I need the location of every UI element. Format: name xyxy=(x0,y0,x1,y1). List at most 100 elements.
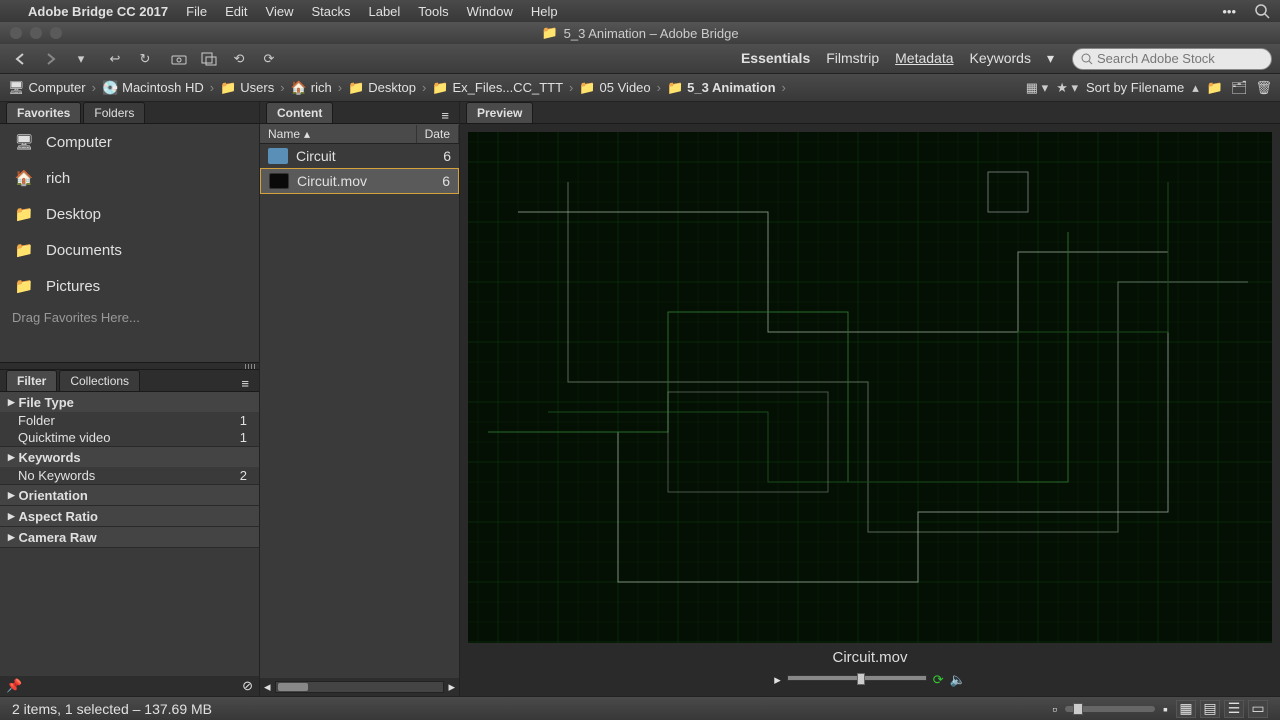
sort-asc-icon: ▴ xyxy=(304,127,310,141)
menu-label[interactable]: Label xyxy=(368,4,400,19)
crumb-exfiles[interactable]: 📁 Ex_Files...CC_TTT xyxy=(432,80,563,96)
menu-help[interactable]: Help xyxy=(531,4,558,19)
camera-import-icon[interactable] xyxy=(166,48,192,70)
folder-icon: 📁 xyxy=(12,202,36,226)
filter-group-keywords[interactable]: ▸ Keywords xyxy=(0,447,259,467)
window-title: 5_3 Animation – Adobe Bridge xyxy=(564,26,739,41)
new-folder-icon[interactable]: 📁 xyxy=(1207,80,1223,96)
star-filter-icon[interactable]: ★ ▾ xyxy=(1056,80,1078,96)
rotate-cw-icon[interactable]: ⟳ xyxy=(256,48,282,70)
app-name[interactable]: Adobe Bridge CC 2017 xyxy=(28,4,168,19)
zoom-window-icon[interactable] xyxy=(50,27,62,39)
search-input[interactable]: Search Adobe Stock xyxy=(1072,48,1272,70)
workspace-essentials[interactable]: Essentials xyxy=(741,50,810,67)
open-camera-raw-icon[interactable] xyxy=(196,48,222,70)
view-thumb-icon[interactable]: ▤ xyxy=(1200,700,1220,718)
close-window-icon[interactable] xyxy=(10,27,22,39)
loop-icon[interactable]: ⟳ xyxy=(933,672,944,688)
sort-direction-icon[interactable]: ▴ xyxy=(1192,80,1199,96)
rotate-ccw-icon[interactable]: ⟲ xyxy=(226,48,252,70)
menu-stacks[interactable]: Stacks xyxy=(311,4,350,19)
crumb-05video[interactable]: 📁 05 Video xyxy=(579,80,650,96)
content-scrollbar[interactable]: ◂ ▸ xyxy=(260,678,459,696)
collections-tab[interactable]: Collections xyxy=(59,370,140,391)
status-bar: 2 items, 1 selected – 137.69 MB ▫ ▪ ▦ ▤ … xyxy=(0,696,1280,720)
trash-icon[interactable]: 🗑 xyxy=(1255,80,1272,96)
sort-label[interactable]: Sort by Filename xyxy=(1086,80,1184,95)
zoom-out-icon[interactable]: ▫ xyxy=(1052,701,1057,717)
filter-group-aspect[interactable]: ▸ Aspect Ratio xyxy=(0,506,259,526)
view-grid-icon[interactable]: ▦ xyxy=(1176,700,1196,718)
preview-panel-tabs: Preview xyxy=(460,102,1280,124)
content-panel-menu-icon[interactable]: ≡ xyxy=(437,108,453,123)
folders-tab[interactable]: Folders xyxy=(83,102,145,123)
scroll-right-icon[interactable]: ▸ xyxy=(448,679,455,695)
menu-view[interactable]: View xyxy=(266,4,294,19)
nav-back-button[interactable] xyxy=(8,48,34,70)
recent-menu-button[interactable]: ▾ xyxy=(68,48,94,70)
favorite-home[interactable]: 🏠rich xyxy=(0,160,259,196)
favorite-desktop[interactable]: 📁Desktop xyxy=(0,196,259,232)
boomerang-icon[interactable]: ↩ xyxy=(102,48,128,70)
preview-filename: Circuit.mov xyxy=(826,643,913,672)
volume-icon[interactable]: 🔈 xyxy=(950,672,966,688)
favorites-tab[interactable]: Favorites xyxy=(6,102,81,123)
nav-forward-button[interactable] xyxy=(38,48,64,70)
filter-row-folder[interactable]: Folder1 xyxy=(0,412,259,429)
preview-tab[interactable]: Preview xyxy=(466,102,533,123)
search-icon xyxy=(1081,53,1093,65)
traffic-lights[interactable] xyxy=(10,27,62,39)
filter-group-filetype[interactable]: ▸ File Type xyxy=(0,392,259,412)
crumb-computer[interactable]: 🖥 Computer xyxy=(8,80,86,96)
menubar-extras-icon[interactable]: ••• xyxy=(1222,4,1236,19)
menu-edit[interactable]: Edit xyxy=(225,4,247,19)
workspace-menu-icon[interactable]: ▾ xyxy=(1047,50,1054,67)
view-details-icon[interactable]: ☰ xyxy=(1224,700,1244,718)
column-date[interactable]: Date xyxy=(417,125,459,143)
favorite-computer[interactable]: 🖥Computer xyxy=(0,124,259,160)
refresh-icon[interactable]: ↻ xyxy=(132,48,158,70)
thumbnail-zoom-slider[interactable] xyxy=(1065,706,1155,712)
workspace-keywords[interactable]: Keywords xyxy=(970,50,1031,67)
favorite-documents[interactable]: 📁Documents xyxy=(0,232,259,268)
crumb-current[interactable]: 📁 5_3 Animation xyxy=(667,80,776,96)
home-icon: 🏠 xyxy=(12,166,36,190)
workspace-filmstrip[interactable]: Filmstrip xyxy=(826,50,879,67)
filter-row-nokeywords[interactable]: No Keywords2 xyxy=(0,467,259,484)
filter-tab[interactable]: Filter xyxy=(6,370,57,391)
filter-panel: ▸ File Type Folder1 Quicktime video1 ▸ K… xyxy=(0,392,259,696)
crumb-drive[interactable]: 💽 Macintosh HD xyxy=(102,80,204,96)
scroll-left-icon[interactable]: ◂ xyxy=(264,679,271,695)
menu-tools[interactable]: Tools xyxy=(418,4,448,19)
view-list-icon[interactable]: ▭ xyxy=(1248,700,1268,718)
filter-group-cameraraw[interactable]: ▸ Camera Raw xyxy=(0,527,259,547)
preview-area: Circuit.mov ▸ ⟳ 🔈 xyxy=(460,124,1280,696)
filter-row-quicktime[interactable]: Quicktime video1 xyxy=(0,429,259,446)
minimize-window-icon[interactable] xyxy=(30,27,42,39)
filter-pin-icon[interactable]: 📌 xyxy=(6,678,22,694)
crumb-desktop[interactable]: 📁 Desktop xyxy=(348,80,416,96)
zoom-in-icon[interactable]: ▪ xyxy=(1163,701,1168,717)
content-row-folder[interactable]: Circuit 6 xyxy=(260,144,459,168)
filter-group-orientation[interactable]: ▸ Orientation xyxy=(0,485,259,505)
view-mode-icon[interactable]: ▦ ▾ xyxy=(1026,80,1048,96)
content-row-video[interactable]: Circuit.mov 6 xyxy=(260,168,459,194)
preview-viewport[interactable] xyxy=(468,132,1272,643)
favorite-pictures[interactable]: 📁Pictures xyxy=(0,268,259,304)
workspace-metadata[interactable]: Metadata xyxy=(895,50,953,67)
play-button-icon[interactable]: ▸ xyxy=(774,672,781,688)
panel-resize-handle[interactable] xyxy=(0,362,259,370)
crumb-users[interactable]: 📁 Users xyxy=(220,80,274,96)
open-recent-icon[interactable]: 🗂 xyxy=(1231,80,1248,96)
filter-panel-menu-icon[interactable]: ≡ xyxy=(237,376,253,391)
scrubber-handle[interactable] xyxy=(857,673,865,685)
filter-clear-icon[interactable]: ⊘ xyxy=(242,678,253,694)
crumb-home[interactable]: 🏠 rich xyxy=(291,80,332,96)
spotlight-icon[interactable] xyxy=(1254,3,1270,19)
column-name[interactable]: Name ▴ xyxy=(260,125,417,143)
menu-window[interactable]: Window xyxy=(467,4,513,19)
menu-file[interactable]: File xyxy=(186,4,207,19)
video-scrubber[interactable] xyxy=(787,675,927,681)
folder-thumb-icon xyxy=(268,148,288,164)
content-tab[interactable]: Content xyxy=(266,102,333,123)
